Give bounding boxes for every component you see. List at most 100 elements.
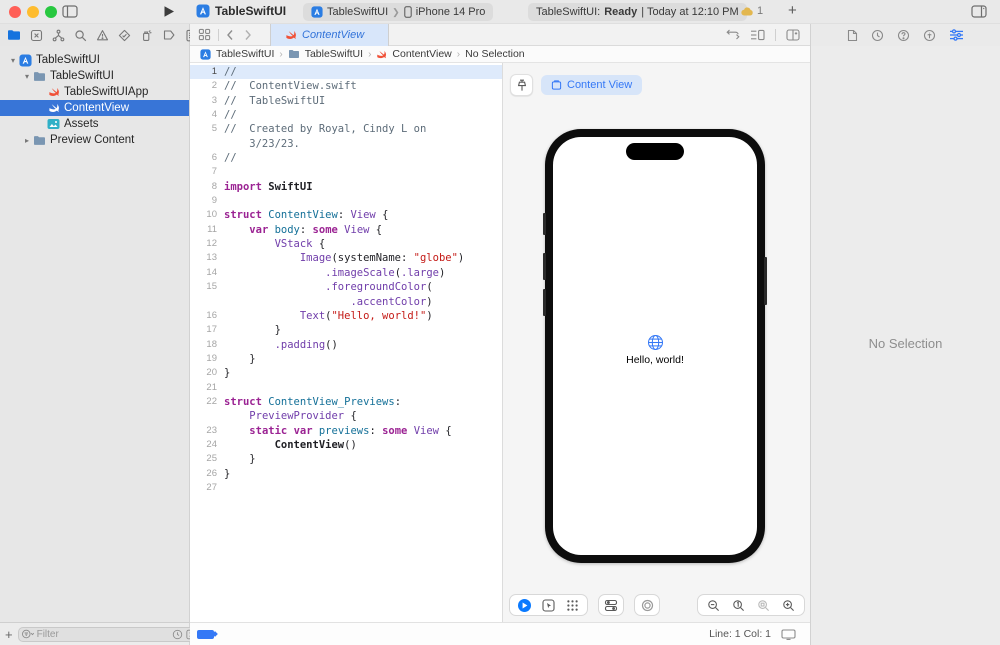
code-line[interactable]: 13 Image(systemName: "globe") [190, 251, 502, 265]
line-number[interactable]: 12 [190, 237, 224, 251]
code-line[interactable]: 26} [190, 467, 502, 481]
disclosure-triangle[interactable]: ▾ [8, 56, 18, 65]
pin-preview-button[interactable] [510, 74, 533, 96]
display-icon[interactable] [781, 629, 796, 640]
navigator-item-tableswiftui[interactable]: ▾TableSwiftUI [0, 68, 189, 84]
back-button[interactable] [226, 29, 234, 41]
navigator-item-tableswiftuiapp[interactable]: TableSwiftUIApp [0, 84, 189, 100]
jumpbar-file[interactable]: ContentView [392, 48, 451, 60]
code-line[interactable]: 10struct ContentView: View { [190, 208, 502, 222]
source-editor[interactable]: 1//2// ContentView.swift3// TableSwiftUI… [190, 63, 502, 622]
line-number[interactable]: 23 [190, 424, 224, 438]
navigator-item-contentview[interactable]: ContentView [0, 100, 189, 116]
accessibility-inspector-icon[interactable] [923, 29, 936, 42]
code-line[interactable]: 9 [190, 194, 502, 208]
code-line[interactable]: 23 static var previews: some View { [190, 424, 502, 438]
add-file-button[interactable]: + [5, 627, 13, 642]
line-number[interactable]: 13 [190, 251, 224, 265]
run-play-button[interactable] [163, 5, 175, 18]
line-number[interactable]: 2 [190, 79, 224, 93]
source-control-navigator-tab[interactable] [30, 29, 43, 42]
line-number[interactable]: 19 [190, 352, 224, 366]
find-navigator-tab[interactable] [74, 29, 87, 42]
line-number[interactable]: 1 [190, 65, 224, 79]
project-navigator-tab[interactable] [7, 29, 21, 41]
code-line[interactable]: 15 .foregroundColor( [190, 280, 502, 294]
code-review-icon[interactable] [726, 29, 740, 40]
code-line[interactable]: 8import SwiftUI [190, 180, 502, 194]
code-line[interactable]: PreviewProvider { [190, 409, 502, 423]
preview-name-pill[interactable]: Content View [541, 75, 642, 95]
navigator-item-assets[interactable]: Assets [0, 116, 189, 132]
code-line[interactable]: 24 ContentView() [190, 438, 502, 452]
line-col-indicator[interactable]: Line: 1 Col: 1 [709, 628, 771, 640]
line-number[interactable]: 3 [190, 94, 224, 108]
line-number[interactable] [190, 137, 224, 151]
navigator-item-tableswiftui[interactable]: ▾TableSwiftUI [0, 52, 189, 68]
right-panel-toggle-icon[interactable] [971, 5, 987, 18]
line-number[interactable]: 16 [190, 309, 224, 323]
line-number[interactable]: 20 [190, 366, 224, 380]
line-number[interactable]: 11 [190, 223, 224, 237]
minimize-window-button[interactable] [27, 6, 39, 18]
add-editor-icon[interactable] [786, 29, 800, 41]
code-line[interactable]: 14 .imageScale(.large) [190, 266, 502, 280]
line-number[interactable]: 26 [190, 467, 224, 481]
line-number[interactable]: 22 [190, 395, 224, 409]
zoom-actual-button[interactable] [732, 599, 745, 612]
line-number[interactable]: 7 [190, 165, 224, 179]
line-number[interactable]: 10 [190, 208, 224, 222]
code-line[interactable]: 7 [190, 165, 502, 179]
tab-contentview[interactable]: ContentView [270, 24, 389, 46]
zoom-fit-button[interactable] [757, 599, 770, 612]
navigator-item-preview-content[interactable]: ▸Preview Content [0, 132, 189, 148]
code-line[interactable]: 5// Created by Royal, Cindy L on [190, 122, 502, 136]
selectable-preview-button[interactable] [542, 599, 555, 612]
code-line[interactable]: 4// [190, 108, 502, 122]
code-line[interactable]: 1// [190, 65, 502, 79]
line-number[interactable]: 8 [190, 180, 224, 194]
disclosure-triangle[interactable]: ▾ [22, 72, 32, 81]
line-number[interactable]: 15 [190, 280, 224, 294]
code-line[interactable]: 12 VStack { [190, 237, 502, 251]
line-number[interactable] [190, 295, 224, 309]
file-inspector-icon[interactable] [847, 29, 858, 42]
line-number[interactable]: 21 [190, 381, 224, 395]
code-line[interactable]: 3// TableSwiftUI [190, 94, 502, 108]
line-number[interactable]: 14 [190, 266, 224, 280]
live-preview-button[interactable] [518, 599, 531, 612]
quick-help-inspector-icon[interactable] [897, 29, 910, 42]
filter-input[interactable] [37, 629, 169, 640]
line-number[interactable]: 5 [190, 122, 224, 136]
scheme-selector[interactable]: TableSwiftUI ❯ iPhone 14 Pro [303, 3, 493, 21]
code-line[interactable]: 11 var body: some View { [190, 223, 502, 237]
filter-field[interactable] [18, 627, 202, 642]
symbols-navigator-tab[interactable] [52, 29, 65, 42]
editor-options-icon[interactable] [750, 29, 765, 41]
code-line[interactable]: 16 Text("Hello, world!") [190, 309, 502, 323]
jumpbar-project[interactable]: TableSwiftUI [216, 48, 274, 60]
code-line[interactable]: 6// [190, 151, 502, 165]
history-inspector-icon[interactable] [871, 29, 884, 42]
related-items-icon[interactable] [198, 28, 211, 41]
attributes-inspector-icon[interactable] [949, 29, 964, 41]
jumpbar-selection[interactable]: No Selection [465, 48, 525, 60]
add-tab-button[interactable]: + [788, 2, 797, 19]
disclosure-triangle[interactable]: ▸ [22, 136, 32, 145]
line-number[interactable]: 4 [190, 108, 224, 122]
sidebar-toggle-icon[interactable] [62, 5, 78, 18]
issues-navigator-tab[interactable] [96, 29, 109, 42]
line-number[interactable]: 6 [190, 151, 224, 165]
line-number[interactable]: 18 [190, 338, 224, 352]
tests-navigator-tab[interactable] [118, 29, 131, 42]
code-line[interactable]: 17 } [190, 323, 502, 337]
code-line[interactable]: 25 } [190, 452, 502, 466]
activity-status[interactable]: TableSwiftUI: Ready | Today at 12:10 PM [528, 3, 747, 21]
iphone-preview-device[interactable]: Hello, world! [545, 129, 765, 563]
code-line[interactable]: 20} [190, 366, 502, 380]
debug-navigator-tab[interactable] [140, 29, 153, 42]
recents-clock-icon[interactable] [172, 629, 183, 640]
color-scheme-button[interactable] [634, 594, 660, 616]
line-number[interactable]: 24 [190, 438, 224, 452]
warning-badge[interactable]: 1 [741, 5, 763, 17]
